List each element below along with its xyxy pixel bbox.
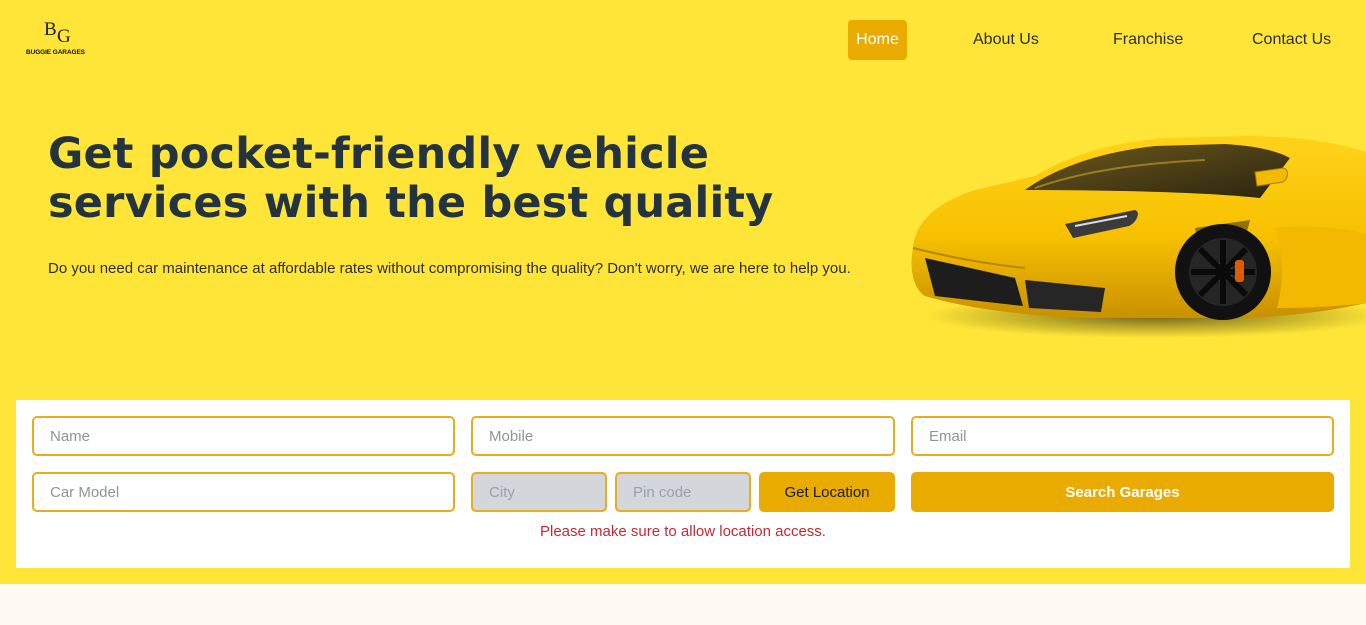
main-nav: Home About Us Franchise Contact Us [0,20,1366,60]
search-garages-button[interactable]: Search Garages [911,472,1334,512]
sports-car-image [911,136,1366,338]
hero-heading: Get pocket-friendly vehicle services wit… [48,130,808,228]
hero-heading-line-2: services with the best quality [48,178,774,228]
nav-home[interactable]: Home [848,20,907,60]
car-model-input[interactable] [32,472,455,512]
hero-subtext: Do you need car maintenance at affordabl… [48,260,851,277]
nav-franchise[interactable]: Franchise [1113,20,1183,60]
nav-about-us[interactable]: About Us [973,20,1039,60]
city-input [471,472,607,512]
hero-heading-line-1: Get pocket-friendly vehicle [48,129,710,179]
get-location-button[interactable]: Get Location [759,472,895,512]
mobile-input[interactable] [471,416,895,456]
garage-search-form: Get Location Search Garages Please make … [16,400,1350,568]
pin-code-input [615,472,751,512]
email-input[interactable] [911,416,1334,456]
location-warning: Please make sure to allow location acces… [540,523,826,540]
nav-contact-us[interactable]: Contact Us [1252,20,1331,60]
name-input[interactable] [32,416,455,456]
